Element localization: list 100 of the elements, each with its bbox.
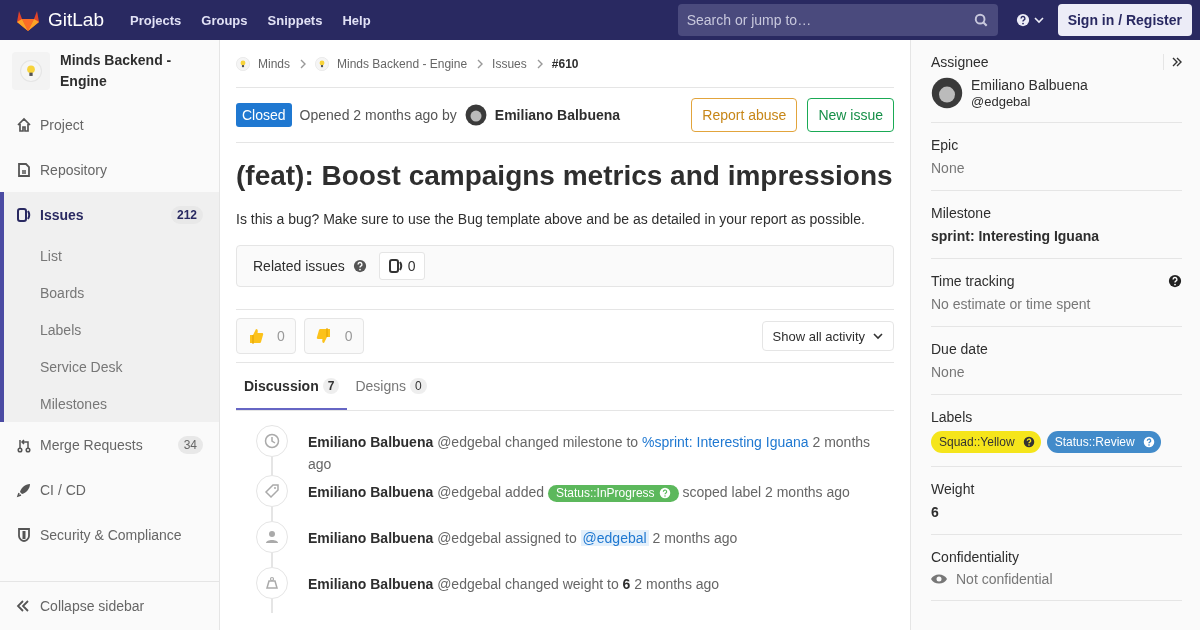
weight-icon — [264, 575, 280, 591]
sidebar-item[interactable]: Merge Requests 34 — [0, 422, 219, 467]
submenu-item[interactable]: List — [4, 237, 219, 274]
field-value: None — [931, 363, 966, 381]
chevron-right-icon — [299, 58, 307, 69]
eye-icon — [931, 573, 947, 585]
submenu-item[interactable]: Service Desk — [4, 348, 219, 385]
assignee-name[interactable]: Emiliano Balbuena — [971, 76, 1088, 94]
section-title: Milestone — [931, 205, 991, 221]
issue-description: Is this a bug? Make sure to use the Bug template above and be as detailed in your report as possible. — [236, 211, 866, 227]
new-issue-button[interactable]: New issue — [807, 98, 894, 132]
field-value: None — [931, 159, 966, 177]
clock-icon — [264, 433, 280, 449]
gitlab-logo[interactable] — [16, 9, 40, 31]
help-icon — [1142, 436, 1155, 448]
report-abuse-button[interactable]: Report abuse — [691, 98, 798, 132]
sidebar-item-label[interactable]: Repository — [40, 161, 203, 178]
issues-icon — [387, 258, 404, 274]
user-icon — [264, 529, 280, 545]
scoped-label[interactable]: Status::Review — [1046, 431, 1161, 453]
double-chevron-right-icon — [1172, 56, 1182, 67]
count-badge: 212 — [170, 205, 203, 224]
brand-name[interactable]: GitLab — [48, 9, 104, 31]
activity-filter-dropdown[interactable]: Show all activity — [761, 321, 894, 351]
sidebar-item[interactable]: Security & Compliance — [0, 512, 219, 557]
milestone-link[interactable]: %sprint: Interesting Iguana — [642, 434, 809, 450]
chevron-down-icon — [873, 332, 883, 340]
help-menu-button[interactable] — [1015, 13, 1044, 27]
activity-text: Emiliano Balbuena @edgebal added Status::InProgress scoped label 2 months ago — [308, 483, 850, 504]
tag-icon — [264, 483, 280, 499]
user-mention-link[interactable]: @edgebal — [580, 530, 649, 546]
project-avatar — [20, 60, 42, 82]
sidebar-item-label[interactable]: Security & Compliance — [40, 526, 203, 543]
sidebar-item[interactable]: Repository — [0, 147, 219, 192]
chevron-right-icon — [535, 58, 544, 69]
submenu-item[interactable]: Boards — [4, 274, 219, 311]
submenu-item[interactable]: Milestones — [4, 385, 219, 422]
search-field[interactable]: Search or jump to… — [677, 4, 998, 36]
shield-icon — [16, 526, 32, 543]
section-title: Time tracking — [931, 273, 1015, 289]
project-avatar — [236, 56, 250, 71]
submenu-item[interactable]: Labels — [4, 311, 219, 348]
sidebar-item[interactable]: Issues 212 — [4, 192, 219, 237]
sign-in-button[interactable]: Sign in / Register — [1057, 4, 1192, 36]
sidebar-item-label[interactable]: Project — [40, 116, 203, 133]
related-issues-count[interactable]: 0 — [378, 252, 425, 280]
section-title: Confidentiality — [931, 549, 1019, 565]
issues-icon — [16, 206, 32, 223]
avatar — [464, 104, 487, 126]
sidebar-item[interactable]: Project — [0, 102, 219, 147]
expand-sidebar-button[interactable] — [1163, 54, 1182, 70]
section-title: Labels — [931, 409, 973, 425]
chevron-right-icon — [476, 58, 485, 69]
section-title: Epic — [931, 137, 959, 153]
project-avatar — [315, 56, 329, 71]
author-name[interactable]: Emiliano Balbuena — [494, 107, 621, 123]
activity-text: Emiliano Balbuena @edgebal changed weight to 6 2 months ago — [308, 575, 720, 594]
sidebar-item-label[interactable]: Issues — [40, 206, 163, 223]
chevron-down-icon — [1033, 16, 1044, 24]
search-icon — [973, 13, 988, 27]
nav-link[interactable]: Snippets — [267, 12, 323, 28]
scoped-label: Status::InProgress — [547, 484, 679, 502]
project-name[interactable]: Minds Backend - Engine — [60, 50, 209, 92]
activity-text: Emiliano Balbuena @edgebal changed milestone to %sprint: Interesting Iguana 2 months ago — [308, 433, 872, 474]
sidebar-item[interactable]: CI / CD — [0, 467, 219, 512]
help-icon — [1022, 436, 1035, 448]
thumbs-down-icon — [314, 327, 333, 345]
breadcrumb-link[interactable]: Issues — [492, 56, 527, 71]
merge-request-icon — [16, 436, 32, 453]
breadcrumb-link[interactable]: #610 — [551, 56, 579, 71]
rocket-icon — [16, 481, 32, 498]
help-icon — [352, 259, 367, 273]
related-issues-title: Related issues — [253, 258, 345, 274]
tab[interactable]: Discussion 7 — [236, 363, 348, 410]
issue-title: (feat): Boost campaigns metrics and impressions — [236, 159, 894, 193]
count-badge: 0 — [410, 377, 427, 394]
activity-text: Emiliano Balbuena @edgebal assigned to @edgebal 2 months ago — [308, 529, 738, 548]
home-icon — [16, 116, 32, 133]
nav-link[interactable]: Projects — [130, 12, 182, 28]
field-value: No estimate or time spent — [931, 295, 1092, 313]
avatar — [931, 76, 963, 109]
field-value: Not confidential — [956, 571, 1053, 587]
tab[interactable]: Designs 0 — [347, 363, 435, 410]
field-value: 6 — [931, 503, 940, 521]
breadcrumb-link[interactable]: Minds — [258, 56, 290, 71]
scoped-label[interactable]: Squad::Yellow — [931, 431, 1041, 453]
sidebar-item-label[interactable]: Merge Requests — [40, 436, 170, 453]
section-title: Due date — [931, 341, 988, 357]
thumbs-up-icon — [247, 327, 265, 345]
breadcrumb-link[interactable]: Minds Backend - Engine — [337, 56, 468, 71]
document-icon — [16, 161, 32, 178]
count-badge: 34 — [177, 435, 203, 454]
assignee-username: @edgebal — [971, 94, 1032, 109]
nav-link[interactable]: Groups — [201, 12, 248, 28]
opened-text: Opened 2 months ago by — [299, 107, 457, 123]
field-value: sprint: Interesting Iguana — [931, 227, 1100, 245]
help-icon — [1015, 13, 1030, 27]
sidebar-item-label[interactable]: CI / CD — [40, 481, 203, 498]
count-badge: 7 — [322, 377, 340, 394]
nav-link[interactable]: Help — [342, 12, 371, 28]
